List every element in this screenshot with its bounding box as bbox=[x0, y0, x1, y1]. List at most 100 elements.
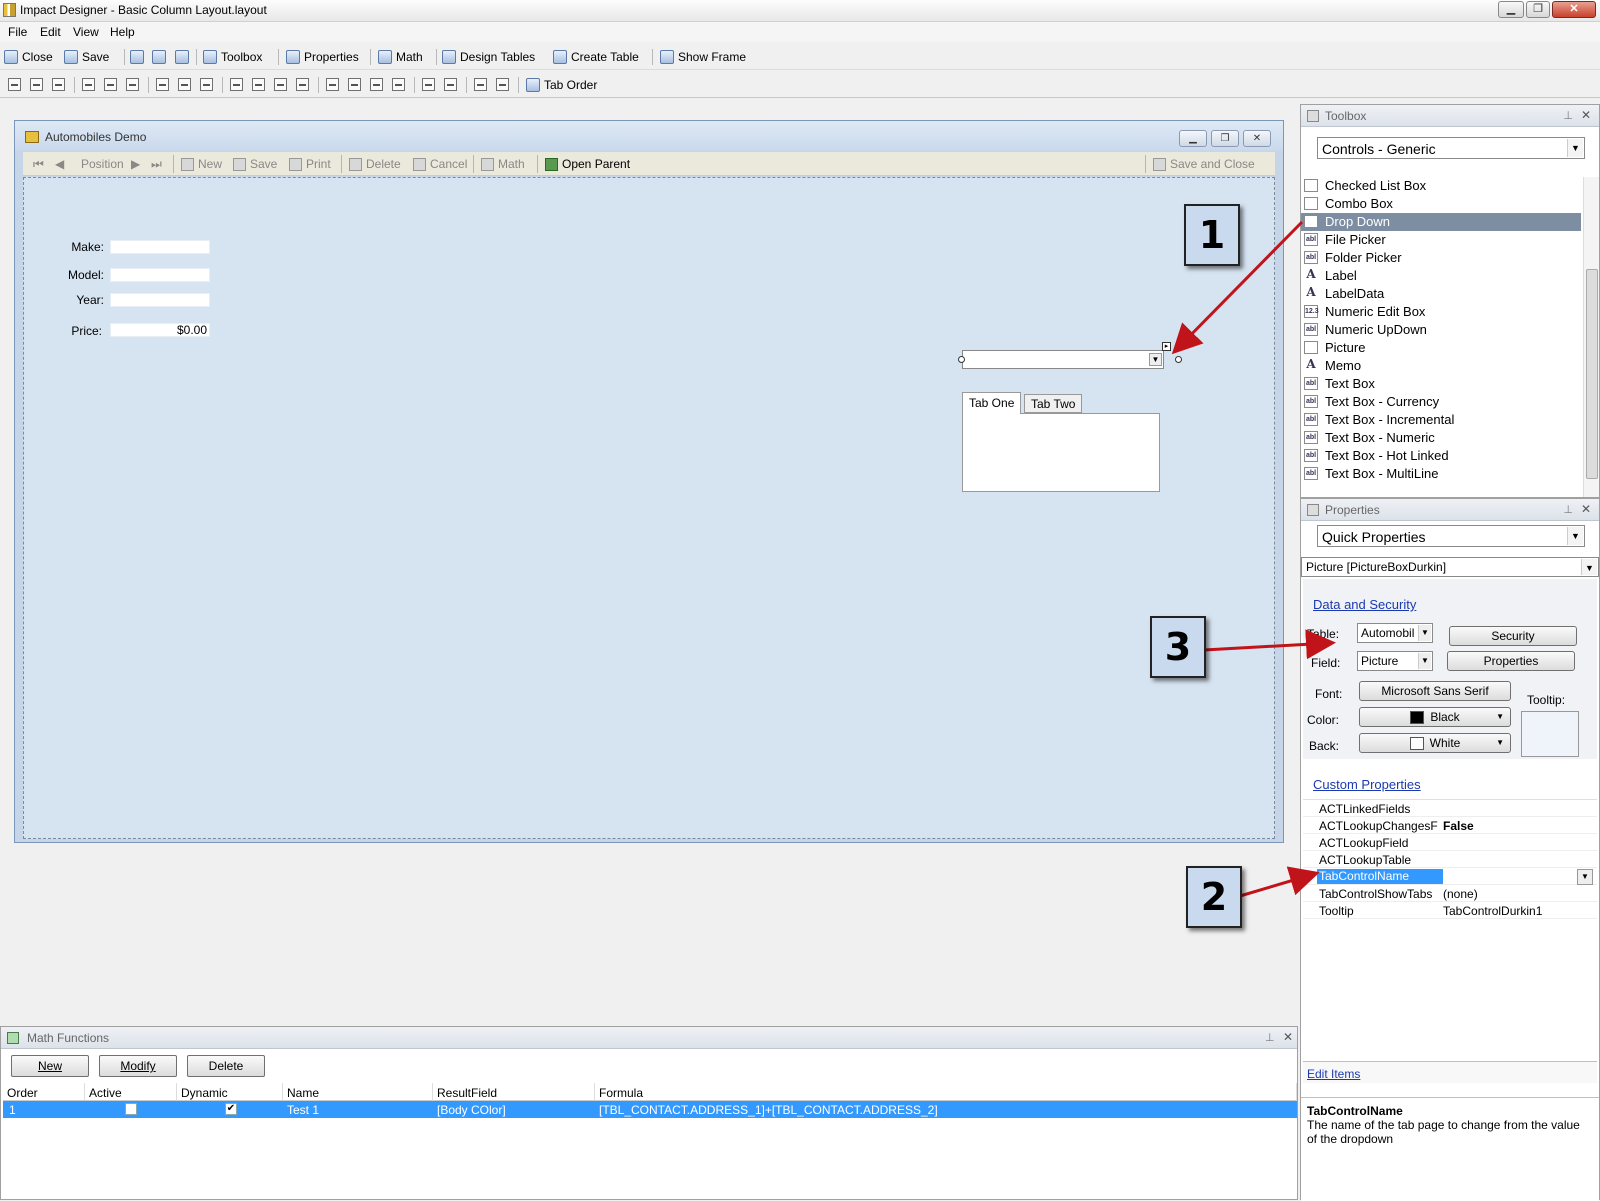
col-order[interactable]: Order bbox=[3, 1083, 85, 1101]
close-icon[interactable]: ✕ bbox=[1283, 1030, 1293, 1044]
data-security-link[interactable]: Data and Security bbox=[1313, 597, 1416, 612]
chevron-down-icon[interactable]: ▼ bbox=[1149, 353, 1162, 366]
field-select[interactable]: Picture ▼ bbox=[1357, 651, 1433, 671]
math-new-button[interactable]: New bbox=[11, 1055, 89, 1077]
same-width-icon[interactable] bbox=[156, 78, 169, 91]
form-close-button[interactable]: ✕ bbox=[1243, 130, 1271, 147]
next-record-icon[interactable]: ▶ bbox=[131, 157, 140, 171]
save-and-close-button[interactable]: Save and Close bbox=[1153, 157, 1255, 171]
active-checkbox[interactable] bbox=[125, 1103, 137, 1115]
h-spacing-equal-icon[interactable] bbox=[230, 78, 243, 91]
center-vertical-icon[interactable] bbox=[444, 78, 457, 91]
year-field[interactable] bbox=[110, 293, 210, 307]
toolbox-item[interactable]: abl File Picker bbox=[1301, 231, 1581, 249]
col-name[interactable]: Name bbox=[283, 1083, 433, 1101]
properties-button[interactable]: Properties bbox=[1447, 651, 1575, 671]
toolbox-category-select[interactable]: Controls - Generic ▼ bbox=[1317, 137, 1585, 159]
toolbox-item[interactable]: abl Text Box - Incremental bbox=[1301, 411, 1581, 429]
make-field[interactable] bbox=[110, 240, 210, 254]
tab-one[interactable]: Tab One bbox=[962, 392, 1022, 414]
resize-handle-left[interactable] bbox=[958, 356, 965, 363]
object-select[interactable]: Picture [PictureBoxDurkin] ▼ bbox=[1301, 557, 1599, 577]
delete-button[interactable]: Delete bbox=[349, 157, 401, 171]
custom-properties-link[interactable]: Custom Properties bbox=[1313, 777, 1421, 792]
align-top-icon[interactable] bbox=[82, 78, 95, 91]
first-record-icon[interactable]: ⏮ bbox=[33, 157, 44, 172]
toolbox-item[interactable]: Checked List Box bbox=[1301, 177, 1581, 195]
resize-handle-right[interactable] bbox=[1175, 356, 1182, 363]
toolbox-item[interactable]: A Memo bbox=[1301, 357, 1581, 375]
property-row[interactable]: ACTLookupField bbox=[1303, 834, 1597, 851]
property-row[interactable]: ACTLookupTable bbox=[1303, 851, 1597, 868]
toolbox-item[interactable]: A LabelData bbox=[1301, 285, 1581, 303]
dropdown-control[interactable]: ▼ bbox=[962, 350, 1164, 369]
toolbox-item[interactable]: Picture bbox=[1301, 339, 1581, 357]
same-height-icon[interactable] bbox=[178, 78, 191, 91]
properties-mode-select[interactable]: Quick Properties ▼ bbox=[1317, 525, 1585, 547]
property-row[interactable]: TabControlName bbox=[1303, 868, 1597, 885]
pin-icon[interactable]: ⊥ bbox=[1265, 1031, 1275, 1044]
col-active[interactable]: Active bbox=[85, 1083, 177, 1101]
form-save-button[interactable]: Save bbox=[233, 157, 277, 171]
toolbox-item[interactable]: abl Text Box - Currency bbox=[1301, 393, 1581, 411]
toolbox-item[interactable]: 12.3 Numeric Edit Box bbox=[1301, 303, 1581, 321]
math-delete-button[interactable]: Delete bbox=[187, 1055, 265, 1077]
math-modify-button[interactable]: Modify bbox=[99, 1055, 177, 1077]
send-back-icon[interactable] bbox=[496, 78, 509, 91]
v-spacing-decrease-icon[interactable] bbox=[370, 78, 383, 91]
copy-icon[interactable] bbox=[152, 50, 166, 64]
toolbox-button[interactable]: Toolbox bbox=[203, 48, 262, 66]
open-parent-button[interactable]: Open Parent bbox=[545, 157, 630, 171]
h-spacing-increase-icon[interactable] bbox=[252, 78, 265, 91]
toolbox-item[interactable]: Drop Down bbox=[1301, 213, 1581, 231]
v-spacing-remove-icon[interactable] bbox=[392, 78, 405, 91]
align-bottom-icon[interactable] bbox=[126, 78, 139, 91]
form-canvas[interactable]: Make: Model: Year: Price: $0.00 bbox=[23, 177, 1275, 839]
col-formula[interactable]: Formula bbox=[595, 1083, 1297, 1101]
center-horizontal-icon[interactable] bbox=[422, 78, 435, 91]
tooltip-textarea[interactable] bbox=[1521, 711, 1579, 757]
paste-icon[interactable] bbox=[175, 50, 189, 64]
form-math-button[interactable]: Math bbox=[481, 157, 525, 171]
table-row[interactable]: 1 ✔ Test 1 [Body COlor] [TBL_CONTACT.ADD… bbox=[3, 1101, 1297, 1118]
form-minimize-button[interactable]: ▁ bbox=[1179, 130, 1207, 147]
show-frame-button[interactable]: Show Frame bbox=[660, 48, 746, 66]
back-select[interactable]: White ▼ bbox=[1359, 733, 1511, 753]
property-row[interactable]: ACTLookupChangesF False bbox=[1303, 817, 1597, 834]
close-button[interactable]: Close bbox=[4, 48, 53, 66]
table-select[interactable]: Automobil ▼ bbox=[1357, 623, 1433, 643]
tab-order-button[interactable]: Tab Order bbox=[526, 76, 597, 94]
col-resultfield[interactable]: ResultField bbox=[433, 1083, 595, 1101]
close-window-button[interactable]: ✕ bbox=[1552, 1, 1596, 18]
last-record-icon[interactable]: ⏭ bbox=[151, 157, 162, 172]
cut-icon[interactable] bbox=[130, 50, 144, 64]
toolbox-item[interactable]: abl Numeric UpDown bbox=[1301, 321, 1581, 339]
v-spacing-increase-icon[interactable] bbox=[348, 78, 361, 91]
new-button[interactable]: New bbox=[181, 157, 222, 171]
prev-record-icon[interactable]: ◀ bbox=[55, 157, 64, 171]
price-field[interactable]: $0.00 bbox=[110, 323, 210, 337]
security-button[interactable]: Security bbox=[1449, 626, 1577, 646]
col-dynamic[interactable]: Dynamic bbox=[177, 1083, 283, 1101]
scroll-thumb[interactable] bbox=[1586, 269, 1598, 479]
property-row[interactable]: Tooltip TabControlDurkin1 bbox=[1303, 902, 1597, 919]
chevron-down-icon[interactable]: ▼ bbox=[1577, 869, 1593, 885]
dynamic-checkbox[interactable]: ✔ bbox=[225, 1103, 237, 1115]
toolbox-item[interactable]: abl Text Box bbox=[1301, 375, 1581, 393]
h-spacing-decrease-icon[interactable] bbox=[274, 78, 287, 91]
minimize-button[interactable]: ▁ bbox=[1498, 1, 1524, 18]
math-button[interactable]: Math bbox=[378, 48, 423, 66]
align-middle-icon[interactable] bbox=[104, 78, 117, 91]
font-button[interactable]: Microsoft Sans Serif bbox=[1359, 681, 1511, 701]
create-table-button[interactable]: Create Table bbox=[553, 48, 639, 66]
pin-icon[interactable]: ⊥ bbox=[1563, 109, 1573, 122]
maximize-button[interactable]: ❐ bbox=[1526, 1, 1550, 18]
toolbox-scrollbar[interactable] bbox=[1583, 177, 1599, 497]
align-center-icon[interactable] bbox=[30, 78, 43, 91]
toolbox-item[interactable]: Combo Box bbox=[1301, 195, 1581, 213]
align-left-icon[interactable] bbox=[8, 78, 21, 91]
toolbox-item[interactable]: abl Text Box - Numeric bbox=[1301, 429, 1581, 447]
bring-front-icon[interactable] bbox=[474, 78, 487, 91]
model-field[interactable] bbox=[110, 268, 210, 282]
h-spacing-remove-icon[interactable] bbox=[296, 78, 309, 91]
